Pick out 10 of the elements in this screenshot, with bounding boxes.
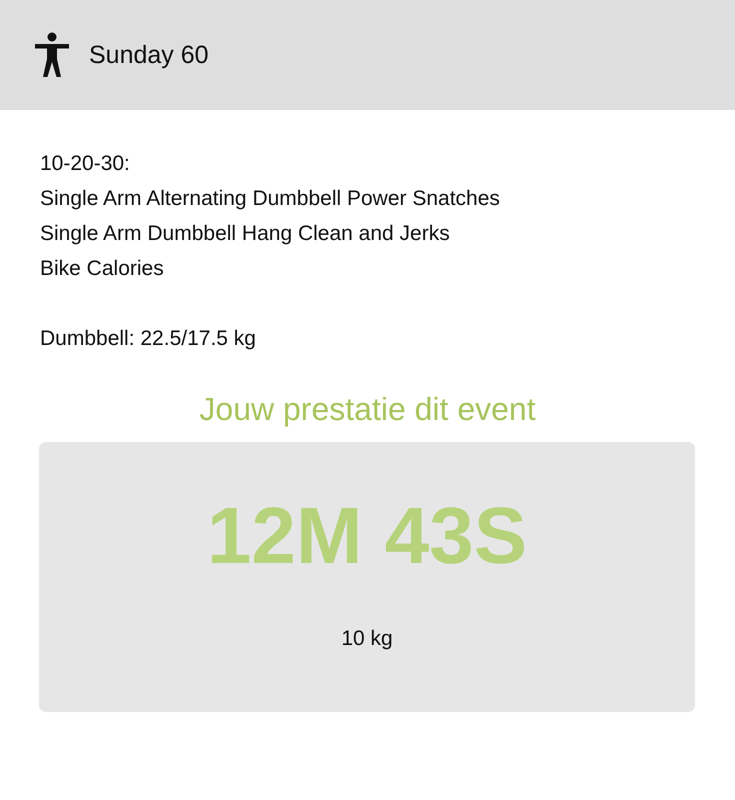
workout-line: Bike Calories: [40, 256, 165, 282]
workout-line: Single Arm Alternating Dumbbell Power Snatches: [40, 186, 501, 212]
workout-line: Dumbbell: 22.5/17.5 kg: [40, 326, 257, 352]
standing-figure-icon: [34, 32, 70, 78]
result-heading: Jouw prestatie dit event: [198, 391, 537, 428]
workout-line: Single Arm Dumbbell Hang Clean and Jerks: [40, 221, 451, 247]
workout-line: 10-20-30:: [40, 151, 131, 177]
workout-title: Sunday 60: [89, 40, 209, 70]
weight-text: 10 kg: [341, 627, 393, 651]
score-text: 12M 43S: [206, 490, 528, 582]
